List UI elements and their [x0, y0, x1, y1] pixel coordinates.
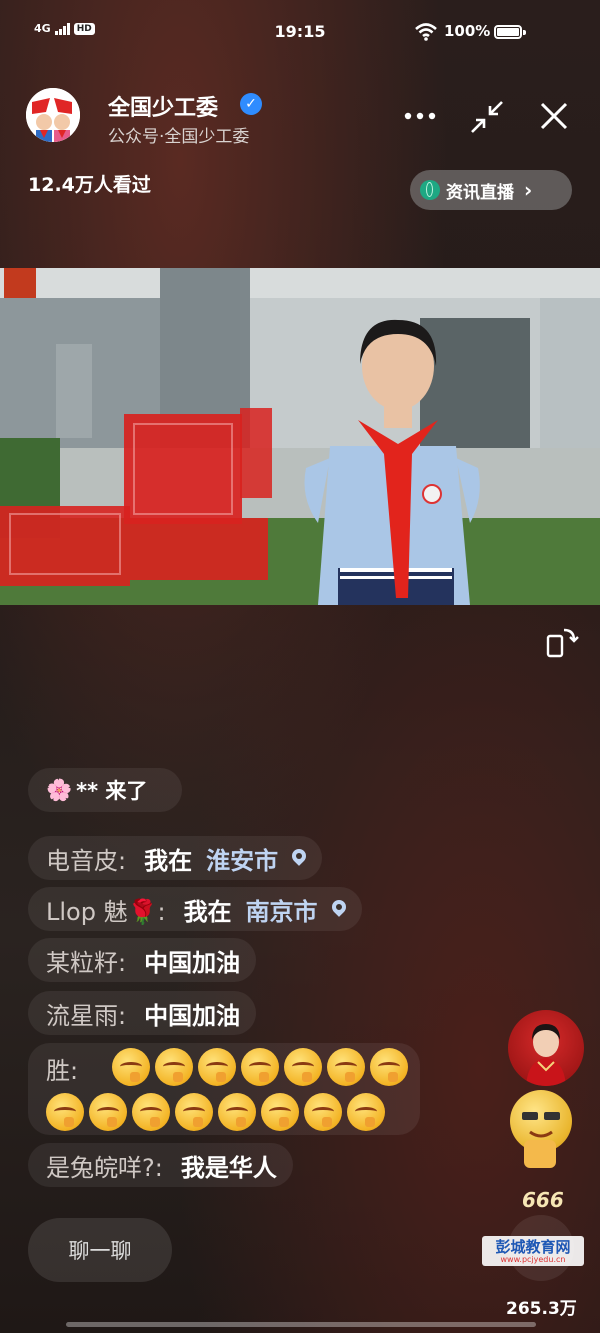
globe-icon: [420, 180, 440, 200]
watermark-title: 彭城教育网: [495, 1237, 571, 1256]
chat-city: 南京市: [245, 897, 318, 926]
chat-message[interactable]: 流星雨: 中国加油: [28, 991, 257, 1035]
channel-logo-icon: [26, 88, 80, 142]
close-icon[interactable]: [536, 98, 572, 134]
news-live-button[interactable]: 资讯直播 ›: [410, 170, 572, 210]
angry-shush-emoji-icon: [46, 1093, 84, 1131]
more-dots-icon: [404, 112, 436, 120]
battery-percent: 100%: [444, 22, 491, 40]
news-live-label: 资讯直播: [446, 182, 514, 203]
angry-shush-emoji-icon: [327, 1048, 365, 1086]
chat-message[interactable]: 是兔皖咩?: 我是华人: [28, 1143, 293, 1187]
verified-icon: ✓: [240, 93, 262, 115]
chat-nickname: 流星雨:: [46, 1001, 127, 1030]
angry-shush-emoji-icon: [198, 1048, 236, 1086]
chat-message[interactable]: 电音皮: 我在 淮安市: [28, 836, 323, 880]
chat-nickname: 电音皮:: [46, 846, 127, 875]
location-pin-icon: [289, 846, 309, 866]
chat-message-emoji[interactable]: 胜:: [28, 1043, 420, 1135]
status-bar: 4G HD 19:15 100%: [0, 0, 600, 60]
angry-shush-emoji-icon: [284, 1048, 322, 1086]
angry-shush-emoji-icon: [218, 1093, 256, 1131]
flower-icon: 🌸: [46, 777, 73, 802]
chat-text: 中国加油: [144, 1001, 241, 1030]
watermark: 彭城教育网 www.pcjyedu.cn: [482, 1236, 584, 1266]
watermark-url: www.pcjyedu.cn: [500, 1254, 566, 1264]
angry-shush-emoji-icon: [261, 1093, 299, 1131]
chevron-right-icon: ›: [524, 178, 533, 202]
home-indicator: [66, 1322, 536, 1327]
emoji-row: [112, 1048, 413, 1086]
video-frame-image: [0, 268, 600, 605]
angry-shush-emoji-icon: [370, 1048, 408, 1086]
angry-shush-emoji-icon: [132, 1093, 170, 1131]
location-pin-icon: [328, 897, 349, 917]
battery-tip: [523, 30, 526, 35]
wifi-icon: [415, 23, 437, 41]
host-avatar[interactable]: [508, 1010, 584, 1086]
chat-text: 我在: [183, 897, 232, 926]
chat-nickname: Llop 魅🌹:: [46, 897, 166, 926]
chat-nickname: 胜:: [46, 1057, 79, 1085]
chat-text: 我是华人: [180, 1153, 277, 1182]
chat-text: 我在: [144, 846, 193, 875]
emoji-row: [46, 1093, 390, 1131]
chat-nickname: 是兔皖咩?:: [46, 1153, 163, 1182]
angry-shush-emoji-icon: [175, 1093, 213, 1131]
chat-message[interactable]: 某粒籽: 中国加油: [28, 938, 257, 982]
chat-input-button[interactable]: 聊一聊: [28, 1218, 172, 1282]
battery-icon: [494, 25, 522, 39]
video-player[interactable]: [0, 268, 600, 605]
channel-subtitle[interactable]: 公众号·全国少工委: [108, 122, 249, 147]
angry-shush-emoji-icon: [155, 1048, 193, 1086]
more-button[interactable]: [402, 98, 438, 134]
chat-city: 淮安市: [206, 846, 279, 875]
view-count: 12.4万人看过: [28, 174, 151, 196]
like-count: 265.3万: [506, 1299, 577, 1319]
channel-name[interactable]: 全国少工委: [108, 90, 218, 122]
minimize-icon[interactable]: [468, 98, 506, 136]
chat-text: 中国加油: [144, 948, 241, 977]
channel-avatar[interactable]: [26, 88, 80, 142]
six-badge: 666: [522, 1188, 564, 1212]
join-notice-text: ** 来了: [76, 779, 148, 803]
angry-shush-emoji-icon: [304, 1093, 342, 1131]
host-portrait-icon: [526, 1024, 566, 1086]
angry-shush-emoji-icon: [241, 1048, 279, 1086]
thumbs-up-icon: [524, 1140, 556, 1168]
rotate-screen-icon[interactable]: [544, 624, 580, 660]
angry-shush-emoji-icon: [89, 1093, 127, 1131]
angry-shush-emoji-icon: [112, 1048, 150, 1086]
join-notice: 🌸 ** 来了: [28, 768, 182, 812]
angry-shush-emoji-icon: [347, 1093, 385, 1131]
chat-nickname: 某粒籽:: [46, 948, 127, 977]
chat-message[interactable]: Llop 魅🌹: 我在 南京市: [28, 887, 362, 931]
